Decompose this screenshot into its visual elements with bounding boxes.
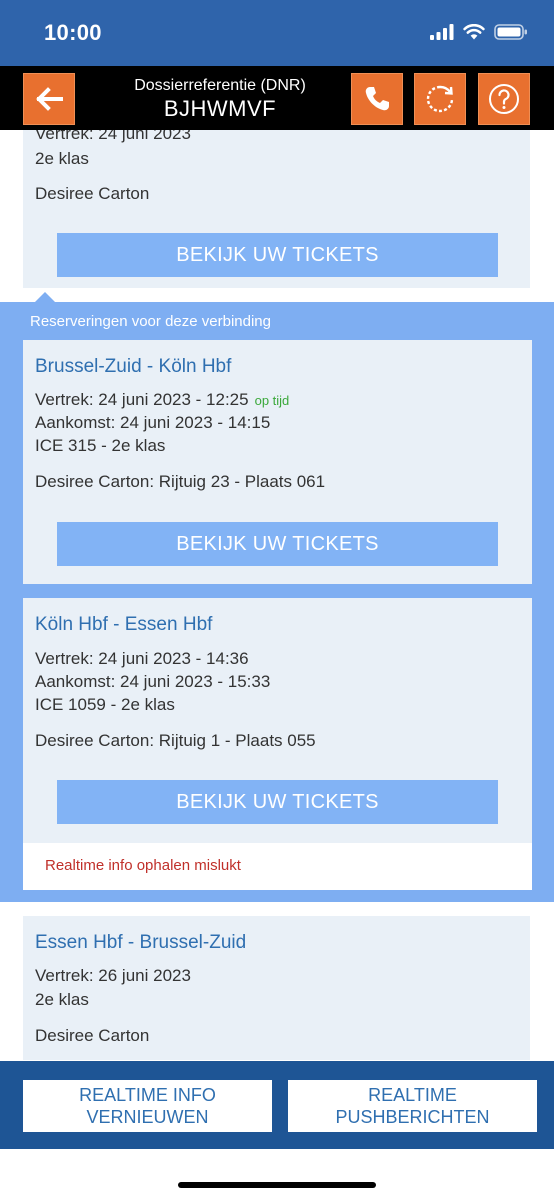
route-title: Essen Hbf - Brussel-Zuid [35, 932, 247, 953]
class-text: 2e klas [35, 149, 89, 168]
reservations-panel: Reserveringen voor deze verbinding Bruss… [0, 302, 554, 902]
status-icons [430, 24, 528, 40]
error-text: Realtime info ophalen mislukt [45, 857, 241, 874]
departure-text: Vertrek: 24 juni 2023 - 12:25 op tijd [35, 390, 289, 410]
dossier-label: Dossierreferentie (DNR) [134, 77, 306, 94]
reservation-card: Köln Hbf - Essen Hbf Vertrek: 24 juni 20… [23, 598, 532, 890]
trip-list[interactable]: Vertrek: 24 juni 2023 2e klas Desiree Ca… [0, 130, 554, 1060]
departure-text: Vertrek: 24 juni 2023 - 14:36 [35, 649, 249, 668]
arrival-text: Aankomst: 24 juni 2023 - 15:33 [35, 672, 271, 691]
journey-card-outbound: Vertrek: 24 juni 2023 2e klas Desiree Ca… [23, 130, 530, 288]
passenger-text: Desiree Carton [35, 184, 150, 203]
passenger-text: Desiree Carton [35, 1026, 150, 1045]
refresh-icon [426, 85, 454, 113]
refresh-realtime-line1: REALTIME INFO [79, 1085, 216, 1105]
arrival-text: Aankomst: 24 juni 2023 - 14:15 [35, 413, 271, 432]
view-tickets-button[interactable]: BEKIJK UW TICKETS [57, 780, 498, 824]
view-tickets-button[interactable]: BEKIJK UW TICKETS [57, 233, 498, 277]
seat-text: Desiree Carton: Rijtuig 1 - Plaats 055 [35, 731, 316, 750]
reservation-card: Brussel-Zuid - Köln Hbf Vertrek: 24 juni… [23, 340, 532, 584]
home-indicator[interactable] [178, 1182, 376, 1188]
train-text: ICE 1059 - 2e klas [35, 695, 175, 714]
wifi-icon [463, 24, 485, 40]
reservations-heading: Reserveringen voor deze verbinding [30, 313, 271, 330]
journey-card-return: Essen Hbf - Brussel-Zuid Vertrek: 26 jun… [23, 916, 530, 1060]
phone-icon [365, 87, 389, 111]
status-time: 10:00 [44, 20, 102, 45]
on-time-badge: op tijd [254, 393, 290, 408]
departure-value: Vertrek: 24 juni 2023 - 12:25 [35, 390, 249, 409]
push-line2: PUSHBERICHTEN [335, 1107, 490, 1127]
call-button[interactable] [351, 73, 403, 125]
train-text: ICE 315 - 2e klas [35, 436, 166, 455]
dossier-reference: BJHWMVF [163, 96, 277, 121]
departure-text: Vertrek: 24 juni 2023 [35, 130, 191, 143]
battery-icon [494, 24, 527, 40]
refresh-realtime-button[interactable]: REALTIME INFO VERNIEUWEN [23, 1080, 272, 1132]
departure-text: Vertrek: 26 juni 2023 [35, 966, 191, 985]
route-title: Brussel-Zuid - Köln Hbf [35, 356, 232, 377]
push-line1: REALTIME [368, 1085, 457, 1105]
back-button[interactable] [23, 73, 75, 125]
status-bar: 10:00 [0, 0, 554, 66]
help-button[interactable] [478, 73, 530, 125]
push-notifications-button[interactable]: REALTIME PUSHBERICHTEN [288, 1080, 537, 1132]
refresh-button[interactable] [414, 73, 466, 125]
bottom-action-bar: REALTIME INFO VERNIEUWEN REALTIME PUSHBE… [0, 1061, 554, 1149]
help-icon [489, 84, 519, 114]
class-text: 2e klas [35, 990, 89, 1009]
refresh-realtime-line2: VERNIEUWEN [86, 1107, 209, 1127]
seat-text: Desiree Carton: Rijtuig 23 - Plaats 061 [35, 472, 326, 491]
route-title: Köln Hbf - Essen Hbf [35, 614, 213, 635]
realtime-error: Realtime info ophalen mislukt [23, 843, 532, 890]
signal-icon [430, 24, 454, 40]
header-title: Dossierreferentie (DNR) BJHWMVF [100, 76, 340, 122]
app-header: Dossierreferentie (DNR) BJHWMVF [0, 66, 554, 130]
arrow-left-icon [36, 87, 63, 111]
view-tickets-button[interactable]: BEKIJK UW TICKETS [57, 522, 498, 566]
